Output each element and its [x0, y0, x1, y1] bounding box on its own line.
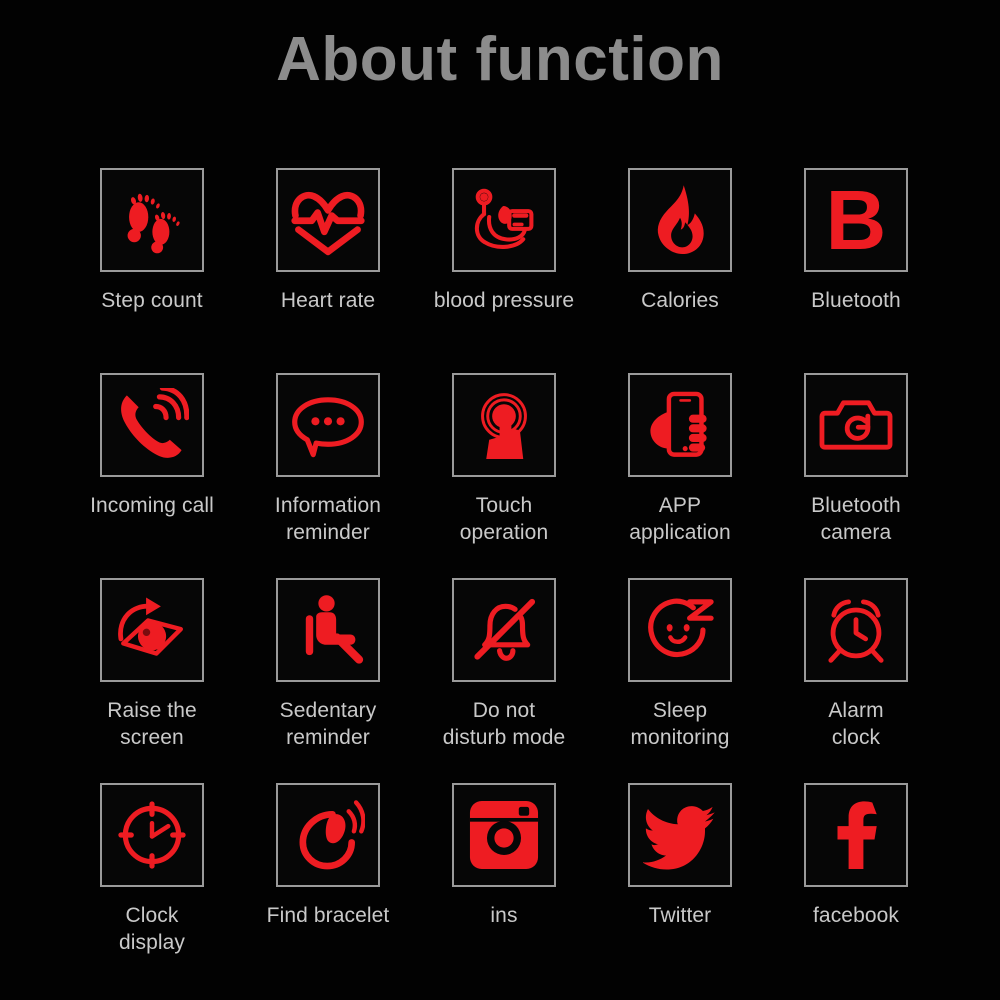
function-item-label: Do not disturb mode [442, 699, 566, 749]
function-grid: Step count Heart rate blood pressure Cal… [64, 168, 944, 988]
function-item-label: Step count [101, 289, 203, 312]
function-item-bluetooth-camera[interactable]: Bluetooth camera [768, 373, 944, 578]
function-item-facebook[interactable]: facebook [768, 783, 944, 988]
footprints-icon [115, 183, 189, 257]
function-item-alarm-clock[interactable]: Alarm clock [768, 578, 944, 783]
bell-slash-icon [467, 593, 541, 667]
function-item-raise-the-screen[interactable]: Raise the screen [64, 578, 240, 783]
function-item-sleep-monitoring[interactable]: Sleep monitoring [592, 578, 768, 783]
function-item-ins[interactable]: ins [416, 783, 592, 988]
flame-icon [643, 183, 717, 257]
function-item-label: Touch operation [459, 494, 549, 544]
function-item-heart-rate[interactable]: Heart rate [240, 168, 416, 373]
function-item-label: Raise the screen [107, 699, 197, 749]
alarm-clock-icon-box[interactable] [804, 578, 908, 682]
vibrating-bracelet-icon [291, 798, 365, 872]
function-item-bluetooth[interactable]: B Bluetooth [768, 168, 944, 373]
sleep-monitoring-icon-box[interactable] [628, 578, 732, 682]
camera-icon [819, 388, 893, 462]
function-item-label: Clock display [118, 904, 186, 954]
function-item-clock-display[interactable]: Clock display [64, 783, 240, 988]
twitter-icon-box[interactable] [628, 783, 732, 887]
facebook-f-icon [819, 798, 893, 872]
function-item-label: Heart rate [280, 289, 376, 312]
facebook-icon-box[interactable] [804, 783, 908, 887]
about-function-page: About function Step count Heart rate blo… [0, 0, 1000, 1000]
blood-pressure-cuff-icon [467, 183, 541, 257]
function-item-information-reminder[interactable]: Information reminder [240, 373, 416, 578]
information-reminder-icon-box[interactable] [276, 373, 380, 477]
clock-display-icon-box[interactable] [100, 783, 204, 887]
function-item-label: Sedentary reminder [279, 699, 377, 749]
heart-rate-icon-box[interactable] [276, 168, 380, 272]
calories-icon-box[interactable] [628, 168, 732, 272]
function-item-label: facebook [812, 904, 900, 927]
function-item-label: Bluetooth [811, 289, 901, 312]
blood-pressure-icon-box[interactable] [452, 168, 556, 272]
app-application-icon-box[interactable] [628, 373, 732, 477]
ringing-phone-icon [115, 388, 189, 462]
eye-rotate-icon [115, 593, 189, 667]
find-bracelet-icon-box[interactable] [276, 783, 380, 887]
speech-bubble-icon [291, 388, 365, 462]
page-title: About function [276, 25, 724, 94]
function-item-label: Bluetooth camera [811, 494, 901, 544]
ins-icon-box[interactable] [452, 783, 556, 887]
letter-b-icon: B [825, 173, 887, 267]
function-item-label: Information reminder [274, 494, 382, 544]
finger-tap-icon [467, 388, 541, 462]
function-item-label: ins [490, 904, 518, 927]
heart-pulse-icon [291, 183, 365, 257]
function-item-label: Calories [641, 289, 719, 312]
function-item-sedentary-reminder[interactable]: Sedentary reminder [240, 578, 416, 783]
twitter-bird-icon [643, 798, 717, 872]
touch-operation-icon-box[interactable] [452, 373, 556, 477]
clock-face-icon [115, 798, 189, 872]
function-item-blood-pressure[interactable]: blood pressure [416, 168, 592, 373]
function-item-app-application[interactable]: APP application [592, 373, 768, 578]
instagram-icon [467, 798, 541, 872]
sleepy-face-z-icon [643, 593, 717, 667]
function-item-step-count[interactable]: Step count [64, 168, 240, 373]
bluetooth-camera-icon-box[interactable] [804, 373, 908, 477]
hand-holding-phone-icon [643, 388, 717, 462]
do-not-disturb-icon-box[interactable] [452, 578, 556, 682]
function-item-label: Incoming call [90, 494, 214, 517]
function-item-incoming-call[interactable]: Incoming call [64, 373, 240, 578]
function-item-twitter[interactable]: Twitter [592, 783, 768, 988]
function-item-label: Twitter [648, 904, 712, 927]
function-item-label: blood pressure [433, 289, 575, 312]
function-item-touch-operation[interactable]: Touch operation [416, 373, 592, 578]
function-item-label: Sleep monitoring [630, 699, 730, 749]
step-count-icon-box[interactable] [100, 168, 204, 272]
function-item-do-not-disturb[interactable]: Do not disturb mode [416, 578, 592, 783]
bluetooth-icon-box[interactable]: B [804, 168, 908, 272]
function-item-label: Find bracelet [266, 904, 390, 927]
incoming-call-icon-box[interactable] [100, 373, 204, 477]
function-item-calories[interactable]: Calories [592, 168, 768, 373]
sedentary-reminder-icon-box[interactable] [276, 578, 380, 682]
alarm-clock-icon [819, 593, 893, 667]
raise-the-screen-icon-box[interactable] [100, 578, 204, 682]
function-item-find-bracelet[interactable]: Find bracelet [240, 783, 416, 988]
function-item-label: Alarm clock [828, 699, 884, 749]
function-item-label: APP application [629, 494, 731, 544]
seated-person-icon [291, 593, 365, 667]
